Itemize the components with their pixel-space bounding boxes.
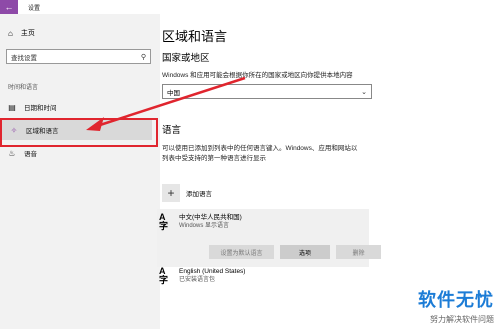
language-icon: A字 (159, 212, 169, 231)
language-heading: 语言 (162, 125, 182, 136)
home-icon: ⌂ (8, 28, 13, 38)
home-link[interactable]: ⌂ 主页 (8, 28, 35, 38)
remove-button[interactable]: 删除 (336, 245, 381, 259)
options-button[interactable]: 选项 (280, 245, 330, 259)
language-item-en[interactable]: A字 English (United States) 已安装语言包 (159, 267, 245, 285)
country-heading: 国家或地区 (162, 53, 210, 64)
language-description: 可以使用已添加到列表中的任何语言键入。Windows、应用和网站以列表中受支持的… (162, 145, 358, 162)
language-name: English (United States) (179, 268, 246, 275)
sidebar-item-label: 语音 (24, 151, 37, 158)
plus-icon: + (162, 184, 180, 202)
page-title: 区域和语言 (162, 29, 228, 44)
watermark: 软件无忧 努力解决软件问题 (418, 286, 494, 325)
search-icon[interactable]: ⚲ (141, 53, 146, 61)
clock-calendar-icon: ▤ (8, 102, 16, 112)
sidebar: ⌂ 主页 查找设置 ⚲ 时间和语言 ▤ 日期和时间 ✧ 区域和语言 ♨ 语音 (0, 14, 160, 329)
window-title: 设置 (28, 5, 41, 12)
chevron-down-icon: ⌄ (361, 88, 367, 96)
language-name: 中文(中华人民共和国) (179, 214, 242, 221)
language-sub: 已安装语言包 (179, 277, 216, 283)
highlight-box (0, 118, 158, 147)
search-input[interactable]: 查找设置 ⚲ (6, 49, 151, 64)
add-language-button[interactable]: + 添加语言 (162, 184, 212, 202)
language-sub: Windows 显示语言 (179, 223, 230, 229)
microphone-icon: ♨ (8, 148, 16, 158)
country-description: Windows 和应用可能会根据你所在的国家或地区向你提供本地内容 (162, 72, 353, 79)
main-content: 区域和语言 国家或地区 Windows 和应用可能会根据你所在的国家或地区向你提… (157, 14, 500, 329)
language-icon: A字 (159, 266, 169, 285)
language-item-zh: A字 中文(中华人民共和国) Windows 显示语言 (159, 213, 242, 231)
search-placeholder: 查找设置 (11, 54, 37, 62)
back-arrow-icon[interactable]: ← (0, 0, 18, 14)
language-actions: 设置为默认语言 选项 删除 (209, 245, 381, 259)
country-select[interactable]: 中国 ⌄ (162, 84, 372, 99)
watermark-main: 软件无忧 (418, 290, 494, 310)
watermark-sub: 努力解决软件问题 (430, 315, 494, 324)
country-select-value: 中国 (167, 89, 180, 97)
language-item-selected[interactable]: A字 中文(中华人民共和国) Windows 显示语言 设置为默认语言 选项 删… (157, 209, 381, 285)
set-default-button[interactable]: 设置为默认语言 (209, 245, 274, 259)
sidebar-item-label: 日期和时间 (24, 105, 57, 112)
add-language-label: 添加语言 (186, 191, 212, 198)
group-label: 时间和语言 (8, 85, 39, 91)
sidebar-item-date-time[interactable]: ▤ 日期和时间 (0, 98, 150, 116)
home-label: 主页 (20, 30, 35, 37)
title-bar: ← 设置 (0, 0, 500, 14)
